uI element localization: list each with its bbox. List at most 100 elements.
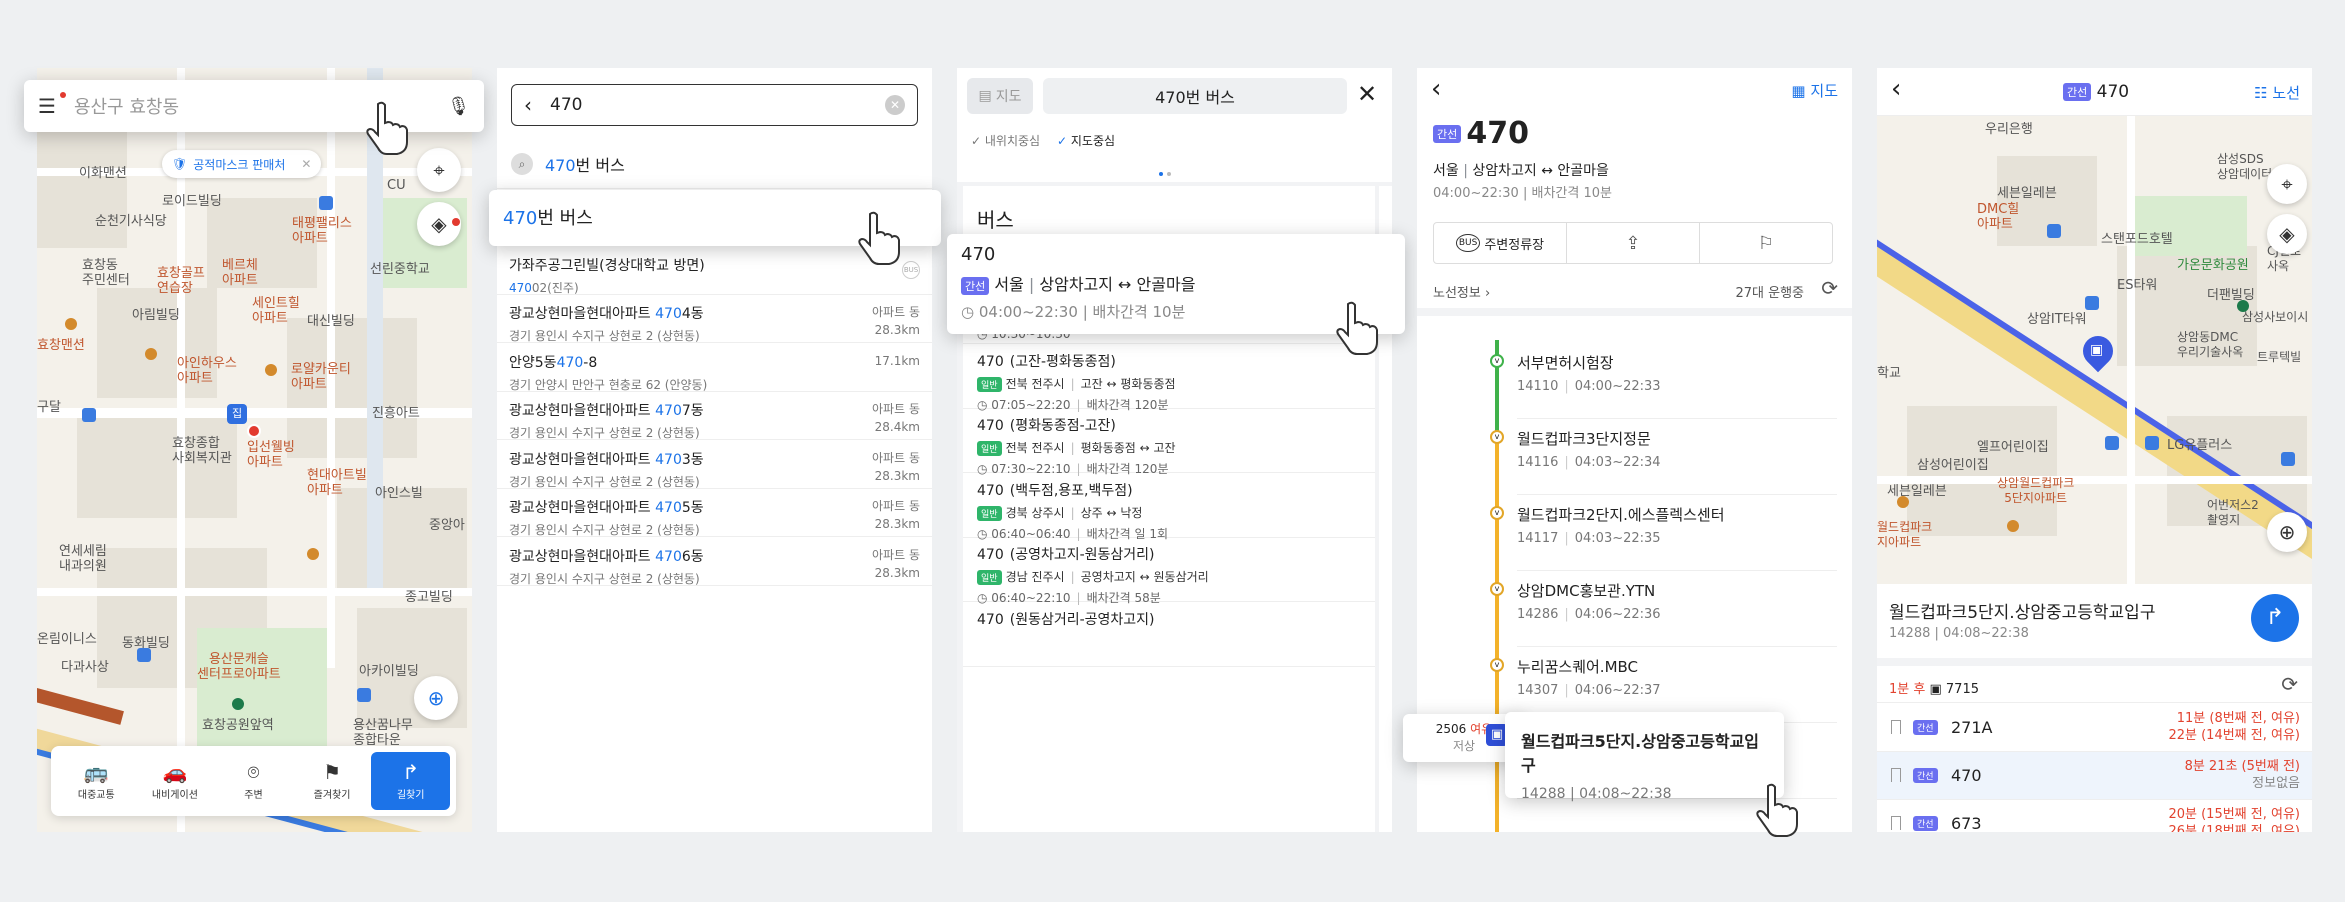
divider (1517, 494, 1837, 495)
back-icon[interactable]: ‹ (1431, 74, 1441, 104)
search-field[interactable]: ‹ 470 ✕ (511, 84, 918, 126)
search-input[interactable]: 470번 버스 (1043, 78, 1347, 114)
bus-result-item[interactable]: 470 (고잔-평화동종점) 일반 전북 전주시 | 고잔 ↔ 평화동종점 ◷ 07:05~… (963, 345, 1375, 412)
route-button[interactable]: ☷ 노선 (2254, 82, 2300, 103)
map-search-bar[interactable]: ☰ 용산구 효창동 🎙 (24, 80, 484, 132)
arrival-row[interactable]: 간선 470 8분 21초 (5번째 전) 정보없음 (1877, 752, 2312, 800)
microphone-icon[interactable]: 🎙 (447, 96, 470, 117)
divider (1417, 308, 1852, 316)
location-pin-button[interactable]: ⌖ (417, 148, 461, 192)
bus-result-item[interactable]: 470 (평화동종점-고잔) 일반 전북 전주시 | 평화동종점 ↔ 고잔 ◷ 07:30~… (963, 409, 1375, 476)
bus-number: 470 (977, 482, 1004, 499)
result-item[interactable]: 안양5동470-8 경기 안양시 만안구 현충로 62 (안양동) 17.1km (497, 344, 932, 392)
my-location-button[interactable]: ⊕ (414, 676, 458, 720)
tab-nearby[interactable]: ⌾ 주변 (214, 752, 293, 810)
poi-label: 이화맨션 (79, 166, 127, 181)
bus-result-item[interactable]: 470 (공영차고지-원동삼거리) 일반 경남 진주시 | 공영차고지 ↔ 원동삼거리 ◷ … (963, 538, 1375, 605)
result-category: 아파트 동 (872, 305, 920, 319)
filter-my-location[interactable]: ✓ 내위치중심 (971, 132, 1040, 149)
bookmark-icon[interactable] (1891, 768, 1901, 782)
bus-result-item[interactable]: 470 (원동삼거리-공영차고지) (963, 603, 1375, 667)
stop-item[interactable]: 상암DMC홍보관.YTN 14286 | 04:06~22:36 (1517, 580, 1837, 622)
directions-button[interactable]: ↱ (2251, 594, 2299, 642)
bus-result-item[interactable]: 470 (백두점,용포,백두점) 일반 경북 상주시 | 상주 ↔ 낙정 ◷ 06:40~0… (963, 474, 1375, 541)
bus-stop-marker[interactable] (82, 408, 96, 422)
layers-button[interactable]: ◈ (2267, 214, 2307, 254)
refresh-icon[interactable]: ⟳ (1821, 276, 1838, 300)
bus-stop-marker[interactable] (357, 688, 371, 702)
poi-label: 삼성사보이시 (2242, 310, 2309, 324)
bookmark-button[interactable]: ⚐ (1700, 223, 1832, 263)
stop-node: v (1490, 430, 1504, 444)
home-marker[interactable]: 집 (227, 404, 247, 424)
back-icon[interactable]: ‹ (524, 93, 532, 117)
bus-stop-marker[interactable] (2085, 296, 2099, 310)
suggestion-item[interactable]: ⌕ 470번 버스 (511, 152, 625, 176)
poi-label: 우리은행 (1985, 122, 2033, 137)
clear-icon[interactable]: ✕ (885, 95, 905, 115)
tab-navigation[interactable]: 🚗 내비게이션 (136, 752, 215, 810)
back-icon[interactable]: ‹ (1891, 74, 1901, 104)
bus-stop-marker[interactable] (2105, 436, 2119, 450)
divider (1877, 702, 2312, 703)
close-icon[interactable]: ✕ (301, 157, 311, 171)
map-toggle-button[interactable]: ▤ 지도 (967, 78, 1033, 114)
stop-item[interactable]: 누리꿈스퀘어.MBC 14307 | 04:06~22:37 (1517, 656, 1837, 698)
bus-city: 서울 (1433, 163, 1459, 179)
bus-title: 470 (백두점,용포,백두점) (977, 480, 1375, 500)
menu-icon[interactable]: ☰ (38, 94, 56, 118)
bus-stop-marker[interactable] (2281, 452, 2295, 466)
bus-city: 경북 상주시 (1005, 505, 1065, 520)
map-icon: ▤ (978, 88, 992, 104)
stop-item[interactable]: 월드컵파크3단지정문 14116 | 04:03~22:34 (1517, 428, 1837, 470)
map-button[interactable]: ▦ 지도 (1791, 80, 1838, 101)
result-category: 아파트 동 (872, 547, 920, 562)
result-item[interactable]: 광교상현마을현대아파트 4707동 경기 용인시 수지구 상현로 2 (상현동) 아… (497, 392, 932, 440)
poi-label: 구달 (37, 400, 61, 415)
result-item[interactable]: 광교상현마을현대아파트 4706동 경기 용인시 수지구 상현로 2 (상현동) 아… (497, 538, 932, 586)
arrival-row[interactable]: 간선 673 20분 (15번째 전, 여유) 26분 (18번째 전, 여유) (1877, 800, 2312, 832)
arrival-row[interactable]: 간선 271A 11분 (8번째 전, 여유) 22분 (14번째 전, 여유) (1877, 704, 2312, 752)
location-pin-button[interactable]: ⌖ (2267, 164, 2307, 204)
filter-map-center[interactable]: ✓ 지도중심 (1057, 132, 1115, 149)
tab-favorites[interactable]: ⚑ 즐겨찾기 (293, 752, 372, 810)
apartment-marker (265, 364, 277, 376)
result-distance: 17.1km (874, 353, 920, 368)
bookmark-icon[interactable] (1891, 720, 1901, 734)
stop-item[interactable]: 월드컵파크2단지.에스플렉스센터 14117 | 04:03~22:35 (1517, 504, 1837, 546)
bookmark-icon[interactable] (1891, 816, 1901, 830)
bus-stop-marker[interactable] (2145, 436, 2159, 450)
stop-item[interactable]: 서부면허시험장 14110 | 04:00~22:33 (1517, 352, 1837, 394)
poi-label: 온림이니스 (37, 632, 97, 647)
title-text: 6동 (681, 548, 704, 565)
result-item[interactable]: 광교상현마을현대아파트 4705동 경기 용인시 수지구 상현로 2 (상현동) 아… (497, 489, 932, 537)
my-location-button[interactable]: ⊕ (2267, 512, 2307, 552)
poi-label: 월드컵파크 지아파트 (1877, 520, 1933, 549)
nearby-stops-button[interactable]: BUS 주변정류장 (1434, 223, 1567, 263)
starbucks-marker (232, 698, 244, 710)
arrival-second: 22분 (14번째 전, 여유) (2168, 728, 2300, 743)
share-button[interactable]: ⇪ (1567, 223, 1700, 263)
bus-stop-marker[interactable] (137, 648, 151, 662)
bus-stop-marker[interactable] (2047, 224, 2061, 238)
bus-route: 상주 ↔ 낙정 (1080, 505, 1143, 520)
bus-icon: 🚌 (83, 759, 109, 784)
tab-directions[interactable]: ↱ 길찾기 (371, 752, 450, 810)
page-indicator (1159, 172, 1163, 176)
search-input[interactable]: 470 (550, 95, 885, 115)
route-info-link[interactable]: 노선정보 › (1433, 282, 1490, 301)
poi-label: 종고빌딩 (405, 590, 453, 605)
result-item[interactable]: 광교상현마을현대아파트 4704동 경기 용인시 수지구 상현로 2 (상현동) 아… (497, 295, 932, 343)
result-meta: 17.1km (875, 352, 920, 370)
mask-store-chip[interactable]: 🛡 공적마스크 판매처 ✕ (162, 150, 322, 178)
result-item[interactable]: 광교상현마을현대아파트 4703동 경기 용인시 수지구 상현로 2 (상현동) 아… (497, 441, 932, 489)
current-stop-card[interactable]: 월드컵파크5단지.상암중고등학교입구 14288 | 04:08~22:38 (1505, 712, 1784, 802)
map-icon: ▦ (1791, 82, 1806, 100)
close-icon[interactable]: ✕ (1357, 80, 1377, 108)
bus-stop-marker[interactable] (319, 196, 333, 210)
poi-label: 태평팰리스 아파트 (292, 216, 352, 246)
tab-public-transit[interactable]: 🚌 대중교통 (57, 752, 136, 810)
bus-title: 470 (원동삼거리-공영차고지) (977, 609, 1375, 629)
refresh-icon[interactable]: ⟳ (2281, 672, 2298, 696)
subtitle-text: 경기 용인시 수지구 상현로 2 (상현동) (509, 523, 700, 537)
